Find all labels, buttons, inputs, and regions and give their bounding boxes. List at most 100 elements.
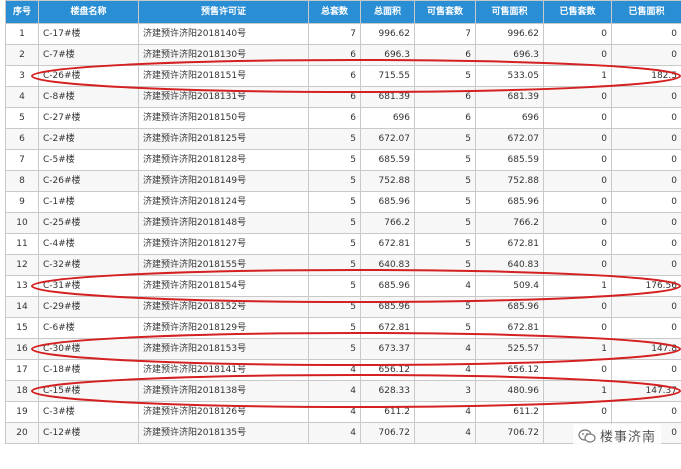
cell-total-units: 4 [308, 359, 361, 381]
cell-total-area: 685.96 [360, 191, 415, 213]
cell-index: 7 [5, 149, 39, 171]
table-row: 11 C-4#楼 济建预许济阳2018127号 5 672.81 5 672.81 0 0 [5, 233, 681, 255]
table-row: 2 C-7#楼 济建预许济阳2018130号 6 696.3 6 696.3 0 0 [5, 44, 681, 66]
cell-building-name: C-29#楼 [38, 296, 139, 318]
table-row: 12 C-32#楼 济建预许济阳2018155号 5 640.83 5 640.83 0 0 [5, 254, 681, 276]
cell-available-area: 766.2 [475, 212, 544, 234]
cell-index: 9 [5, 191, 39, 213]
table-container: 序号 楼盘名称 预售许可证 总套数 总面积 可售套数 可售面积 已售套数 已售面… [5, 0, 681, 444]
cell-total-units: 5 [308, 191, 361, 213]
cell-available-units: 4 [414, 401, 476, 423]
cell-available-units: 5 [414, 212, 476, 234]
cell-building-name: C-7#楼 [38, 44, 139, 66]
cell-sold-area: 147.8 [611, 338, 681, 360]
cell-index: 17 [5, 359, 39, 381]
cell-sold-area: 0 [611, 191, 681, 213]
table-row: 17 C-18#楼 济建预许济阳2018141号 4 656.12 4 656.12 0 0 [5, 359, 681, 381]
cell-index: 3 [5, 65, 39, 87]
cell-permit: 济建预许济阳2018150号 [138, 107, 309, 129]
cell-total-units: 4 [308, 422, 361, 444]
cell-permit: 济建预许济阳2018131号 [138, 86, 309, 108]
cell-permit: 济建预许济阳2018152号 [138, 296, 309, 318]
cell-available-area: 656.12 [475, 359, 544, 381]
cell-sold-area: 0 [611, 107, 681, 129]
cell-sold-area: 0 [611, 359, 681, 381]
cell-total-area: 715.55 [360, 65, 415, 87]
cell-available-units: 5 [414, 317, 476, 339]
cell-index: 14 [5, 296, 39, 318]
cell-building-name: C-27#楼 [38, 107, 139, 129]
table-row: 14 C-29#楼 济建预许济阳2018152号 5 685.96 5 685.96 0 0 [5, 296, 681, 318]
table-row: 5 C-27#楼 济建预许济阳2018150号 6 696 6 696 0 0 [5, 107, 681, 129]
cell-available-area: 672.81 [475, 317, 544, 339]
cell-available-units: 5 [414, 128, 476, 150]
cell-building-name: C-31#楼 [38, 275, 139, 297]
cell-building-name: C-4#楼 [38, 233, 139, 255]
cell-total-units: 6 [308, 86, 361, 108]
cell-building-name: C-3#楼 [38, 401, 139, 423]
cell-total-units: 5 [308, 149, 361, 171]
cell-sold-units: 1 [543, 275, 612, 297]
cell-building-name: C-26#楼 [38, 170, 139, 192]
cell-available-units: 5 [414, 254, 476, 276]
cell-available-units: 5 [414, 149, 476, 171]
table-row: 16 C-30#楼 济建预许济阳2018153号 5 673.37 4 525.57 1 147… [5, 338, 681, 360]
cell-total-units: 7 [308, 23, 361, 45]
header-available-area: 可售面积 [475, 0, 544, 24]
cell-sold-area: 0 [611, 212, 681, 234]
cell-sold-area: 0 [611, 86, 681, 108]
cell-total-units: 5 [308, 254, 361, 276]
cell-available-area: 640.83 [475, 254, 544, 276]
cell-index: 11 [5, 233, 39, 255]
header-sold-units: 已售套数 [543, 0, 612, 24]
cell-building-name: C-2#楼 [38, 128, 139, 150]
table-row: 10 C-25#楼 济建预许济阳2018148号 5 766.2 5 766.2 0 0 [5, 212, 681, 234]
cell-total-area: 696.3 [360, 44, 415, 66]
cell-index: 8 [5, 170, 39, 192]
cell-building-name: C-30#楼 [38, 338, 139, 360]
table-row: 13 C-31#楼 济建预许济阳2018154号 5 685.96 4 509.4 1 176.… [5, 275, 681, 297]
cell-available-units: 3 [414, 380, 476, 402]
table-row: 8 C-26#楼 济建预许济阳2018149号 5 752.88 5 752.88 0 0 [5, 170, 681, 192]
cell-sold-units: 0 [543, 170, 612, 192]
cell-total-area: 685.96 [360, 275, 415, 297]
cell-available-area: 685.96 [475, 296, 544, 318]
cell-sold-area: 182.5 [611, 65, 681, 87]
cell-available-area: 672.07 [475, 128, 544, 150]
cell-index: 19 [5, 401, 39, 423]
cell-total-units: 5 [308, 317, 361, 339]
cell-available-area: 672.81 [475, 233, 544, 255]
cell-index: 16 [5, 338, 39, 360]
cell-permit: 济建预许济阳2018135号 [138, 422, 309, 444]
cell-total-area: 685.96 [360, 296, 415, 318]
cell-total-units: 5 [308, 275, 361, 297]
cell-available-area: 525.57 [475, 338, 544, 360]
cell-sold-area: 0 [611, 170, 681, 192]
cell-sold-area: 0 [611, 23, 681, 45]
cell-building-name: C-17#楼 [38, 23, 139, 45]
cell-available-units: 5 [414, 65, 476, 87]
cell-total-area: 640.83 [360, 254, 415, 276]
cell-sold-units: 1 [543, 65, 612, 87]
header-building-name: 楼盘名称 [38, 0, 139, 24]
cell-available-area: 752.88 [475, 170, 544, 192]
cell-total-units: 4 [308, 401, 361, 423]
table-row: 18 C-15#楼 济建预许济阳2018138号 4 628.33 3 480.96 1 147… [5, 380, 681, 402]
table-row: 15 C-6#楼 济建预许济阳2018129号 5 672.81 5 672.81 0 0 [5, 317, 681, 339]
cell-sold-units: 1 [543, 380, 612, 402]
table-row: 19 C-3#楼 济建预许济阳2018126号 4 611.2 4 611.2 0 0 [5, 401, 681, 423]
watermark: 楼事济南 [572, 424, 661, 447]
cell-available-area: 685.59 [475, 149, 544, 171]
cell-permit: 济建预许济阳2018140号 [138, 23, 309, 45]
cell-sold-units: 0 [543, 44, 612, 66]
cell-total-area: 628.33 [360, 380, 415, 402]
cell-building-name: C-1#楼 [38, 191, 139, 213]
cell-permit: 济建预许济阳2018128号 [138, 149, 309, 171]
cell-permit: 济建预许济阳2018130号 [138, 44, 309, 66]
cell-available-units: 4 [414, 359, 476, 381]
cell-sold-area: 176.56 [611, 275, 681, 297]
cell-total-units: 5 [308, 296, 361, 318]
cell-available-units: 4 [414, 275, 476, 297]
cell-index: 18 [5, 380, 39, 402]
cell-available-area: 696.3 [475, 44, 544, 66]
